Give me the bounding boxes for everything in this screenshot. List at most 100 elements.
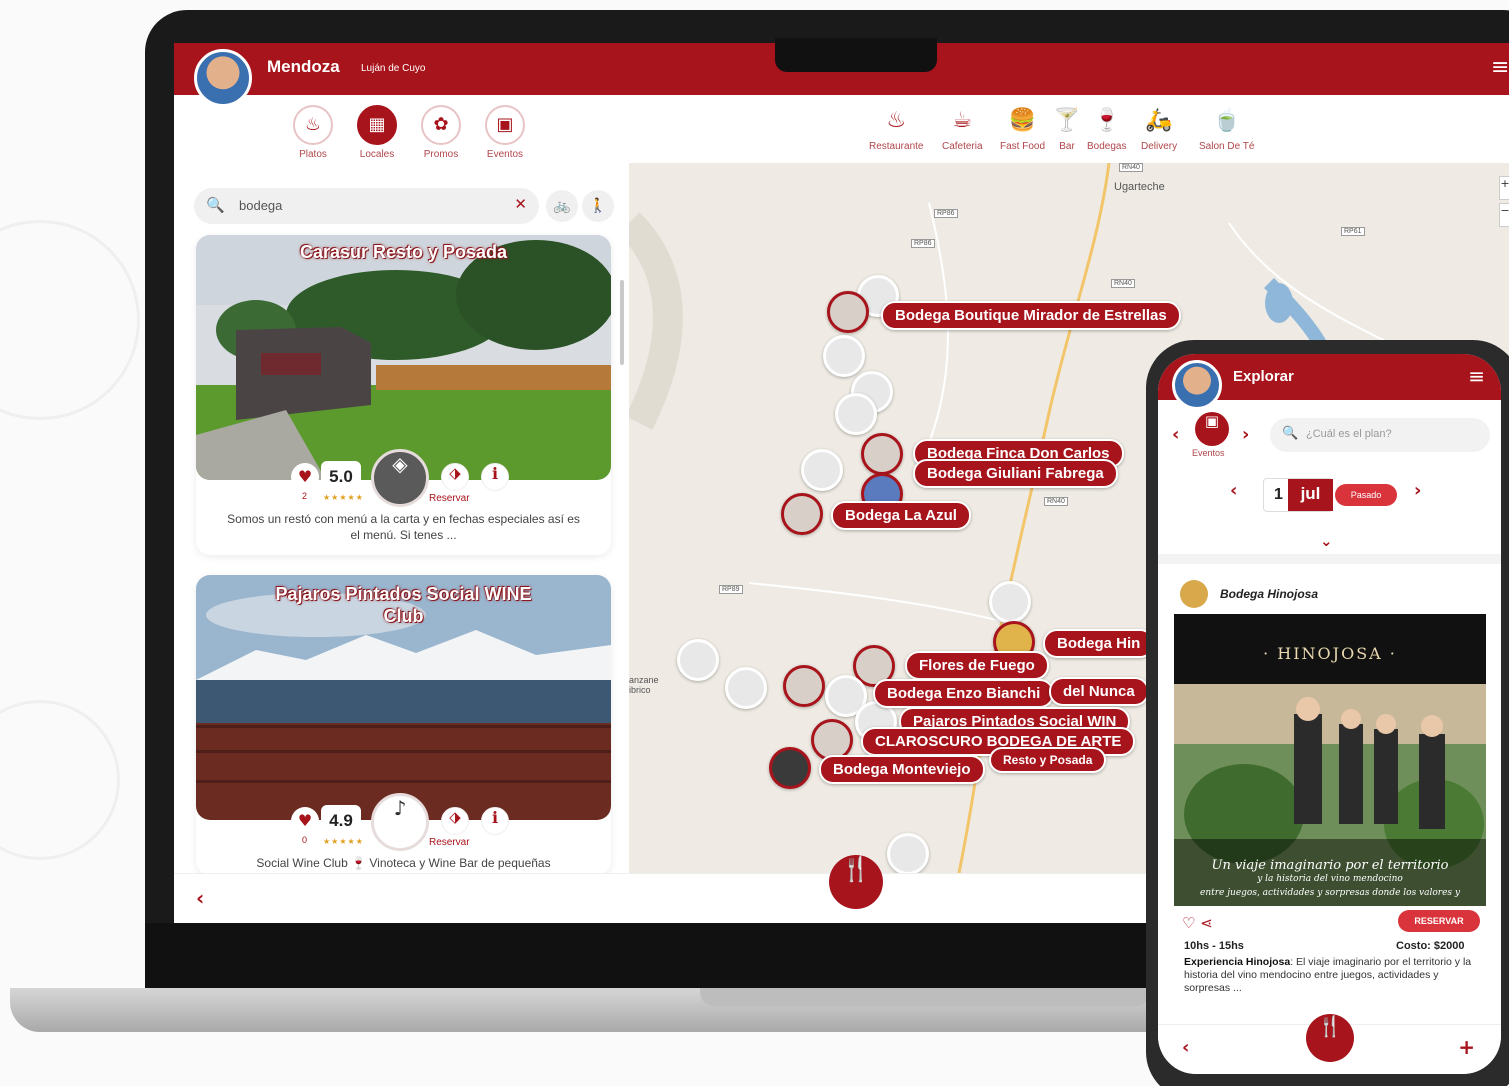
likes-count: 0: [302, 835, 308, 845]
pin-label[interactable]: Resto y Posada: [989, 747, 1107, 773]
reserve-tag-icon[interactable]: ⬗: [441, 807, 469, 835]
place-actions: ♥ 0 4.9 ★★★★★ ♪ ⬗ Reservar i: [291, 793, 521, 863]
event-photo[interactable]: · HINOJOSA · Un viaje imaginario por el …: [1174, 614, 1486, 906]
expand-chevron-down-icon[interactable]: ⌄: [1320, 532, 1333, 550]
map-pin[interactable]: [989, 581, 1031, 623]
reservar-button[interactable]: RESERVAR: [1398, 910, 1480, 932]
clear-search-icon[interactable]: ✕: [514, 195, 527, 213]
pin-label[interactable]: del Nunca: [1049, 677, 1149, 706]
fork-knife-fab-icon[interactable]: 🍴: [829, 855, 883, 909]
place-card[interactable]: Carasur Resto y Posada ♥ 2 5.0 ★★★★★ ◈ ⬗…: [196, 235, 611, 555]
date-picker[interactable]: 1 jul: [1263, 478, 1333, 512]
map-category-delivery[interactable]: 🛵 Delivery: [1141, 103, 1177, 152]
pin-label[interactable]: Bodega La Azul: [831, 501, 971, 530]
event-brand: · HINOJOSA ·: [1263, 644, 1397, 663]
city-name: Mendoza: [267, 57, 340, 76]
map-category-salon-de-te[interactable]: 🍵 Salon De Té: [1199, 103, 1254, 152]
hamburger-menu-icon[interactable]: ≡: [1468, 364, 1485, 388]
zoom-out-button[interactable]: −: [1499, 203, 1509, 227]
back-chevron-icon[interactable]: ‹: [196, 886, 204, 910]
map-pin[interactable]: [801, 449, 843, 491]
calendar-icon[interactable]: ▣: [1195, 412, 1229, 446]
category-tabs: ♨ Platos ▦ Locales ✿ Promos ▣ Eventos: [289, 105, 529, 160]
map-pin[interactable]: [781, 493, 823, 535]
tea-icon: 🍵: [1213, 108, 1241, 133]
map-pin[interactable]: [861, 433, 903, 475]
tab-locales[interactable]: ▦ Locales: [353, 105, 401, 160]
user-avatar[interactable]: [194, 49, 252, 107]
pin-label[interactable]: Bodega Enzo Bianchi: [873, 679, 1055, 708]
map-category-cafeteria[interactable]: ☕ Cafeteria: [942, 103, 983, 152]
map-pin[interactable]: [769, 747, 811, 789]
pin-label[interactable]: Bodega Monteviejo: [819, 755, 985, 784]
pin-label[interactable]: Flores de Fuego: [905, 651, 1049, 680]
map-pin[interactable]: [677, 639, 719, 681]
search-icon: 🔍: [206, 196, 225, 214]
pin-label[interactable]: Bodega Hin: [1043, 629, 1155, 658]
date-month: jul: [1288, 479, 1333, 511]
place-description: Somos un restó con menú a la carta y en …: [227, 512, 580, 542]
divider: [1158, 554, 1501, 564]
venue-logo: [1180, 580, 1208, 608]
heart-icon[interactable]: ♥: [291, 463, 319, 491]
tab-promos[interactable]: ✿ Promos: [417, 105, 465, 160]
prev-date-chevron-icon[interactable]: ‹: [1230, 480, 1237, 501]
bike-mode-button[interactable]: 🚲: [546, 190, 578, 222]
place-description: Social Wine Club 🍷 Vinoteca y Wine Bar d…: [256, 856, 551, 870]
map-pin[interactable]: [725, 667, 767, 709]
search-bar[interactable]: 🔍 bodega ✕: [194, 188, 539, 224]
fork-knife-fab-icon[interactable]: 🍴: [1306, 1014, 1354, 1062]
info-icon[interactable]: i: [481, 807, 509, 835]
heart-icon[interactable]: ♥: [291, 807, 319, 835]
map-pin[interactable]: [783, 665, 825, 707]
event-description: Experiencia Hinojosa: El viaje imaginari…: [1184, 956, 1478, 995]
back-chevron-icon[interactable]: ‹: [1182, 1037, 1189, 1058]
share-icon[interactable]: ⋖: [1200, 914, 1213, 932]
pin-label[interactable]: Bodega Boutique Mirador de Estrellas: [881, 301, 1181, 330]
event-caption-line3: entre juegos, actividades y sorpresas do…: [1200, 888, 1460, 898]
event-description-title: Experiencia Hinojosa: [1184, 956, 1291, 968]
road-label: RN40: [1119, 163, 1143, 172]
reservar-link[interactable]: Reservar: [429, 837, 470, 848]
place-card[interactable]: Pajaros Pintados Social WINE Club ♥ 0 4.…: [196, 575, 611, 875]
map-pin[interactable]: [827, 291, 869, 333]
restaurant-icon: ♨: [886, 108, 907, 133]
map-category-fast-food[interactable]: 🍔 Fast Food: [1000, 103, 1045, 152]
status-badge[interactable]: Pasado: [1335, 484, 1397, 506]
next-date-chevron-icon[interactable]: ›: [1414, 480, 1421, 501]
place-photo: [196, 235, 611, 480]
venue-name[interactable]: Bodega Hinojosa: [1220, 587, 1318, 601]
map-category-bodegas[interactable]: 🍷 Bodegas: [1087, 103, 1126, 152]
tab-eventos[interactable]: ▣ Eventos: [481, 105, 529, 160]
map-category-restaurante[interactable]: ♨ Restaurante: [869, 103, 923, 152]
rating-stars: ★★★★★: [323, 837, 364, 846]
place-title: Pajaros Pintados Social WINE Club: [275, 584, 532, 626]
cocktail-icon: 🍸: [1053, 108, 1081, 133]
rating-value: 4.9: [321, 805, 361, 837]
promo-icon: ✿: [421, 105, 461, 145]
events-label: Eventos: [1192, 448, 1225, 458]
reservar-link[interactable]: Reservar: [429, 493, 470, 504]
next-category-chevron-icon[interactable]: ›: [1242, 424, 1249, 445]
search-input[interactable]: bodega: [239, 198, 282, 213]
heart-outline-icon[interactable]: ♡: [1182, 914, 1195, 932]
phone-search-bar[interactable]: 🔍 ¿Cuál es el plan?: [1270, 418, 1490, 452]
map-pin[interactable]: [823, 335, 865, 377]
hamburger-menu-icon[interactable]: ≡: [1491, 55, 1509, 80]
zoom-in-button[interactable]: +: [1499, 176, 1509, 200]
scrollbar[interactable]: [620, 280, 624, 365]
user-avatar[interactable]: [1172, 360, 1222, 410]
map-pin[interactable]: [887, 833, 929, 873]
tab-label: Promos: [423, 149, 459, 160]
walk-mode-button[interactable]: 🚶: [582, 190, 614, 222]
info-icon[interactable]: i: [481, 463, 509, 491]
map-category-bar[interactable]: 🍸 Bar: [1049, 103, 1085, 152]
reserve-tag-icon[interactable]: ⬗: [441, 463, 469, 491]
pin-label[interactable]: Bodega Giuliani Fabrega: [913, 459, 1118, 488]
prev-category-chevron-icon[interactable]: ‹: [1172, 424, 1179, 445]
map-pin[interactable]: [835, 393, 877, 435]
plus-icon[interactable]: +: [1458, 1035, 1475, 1059]
search-input[interactable]: ¿Cuál es el plan?: [1306, 428, 1392, 440]
results-panel: ♨ Platos ▦ Locales ✿ Promos ▣ Eventos 🔍: [174, 95, 629, 875]
tab-platos[interactable]: ♨ Platos: [289, 105, 337, 160]
